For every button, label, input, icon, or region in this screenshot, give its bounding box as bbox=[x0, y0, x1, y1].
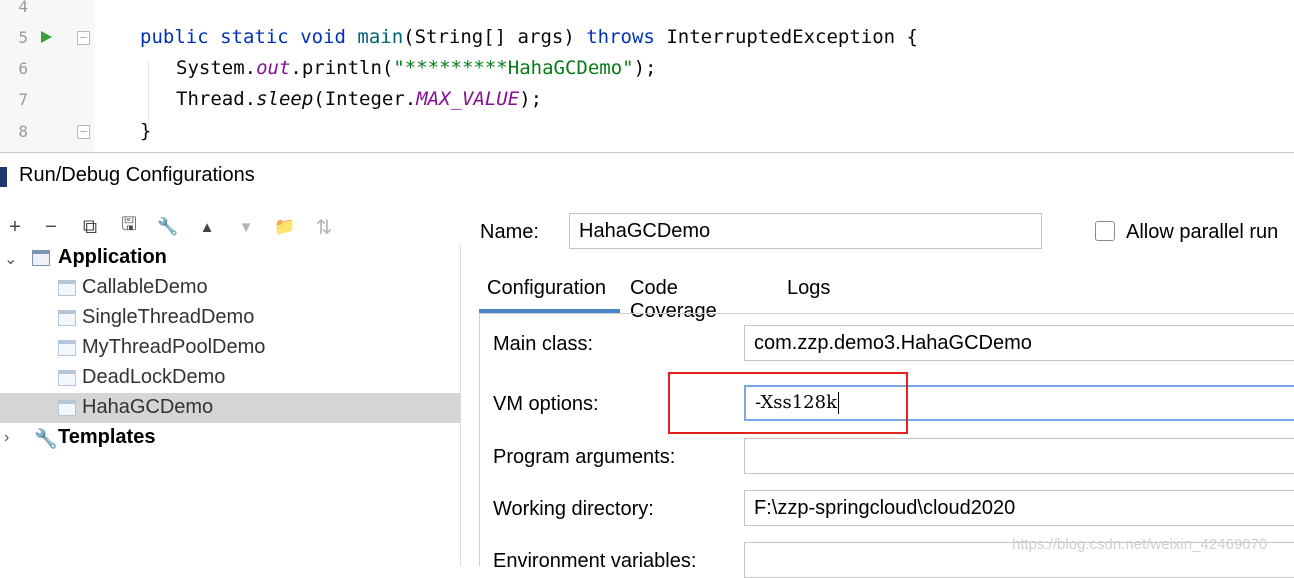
remove-icon[interactable]: − bbox=[36, 211, 66, 243]
config-tree: ⌄ Application CallableDemo SingleThreadD… bbox=[0, 245, 461, 566]
wrench-icon[interactable]: 🔧 bbox=[153, 211, 183, 243]
program-arguments-input[interactable] bbox=[744, 438, 1294, 474]
fold-icon[interactable] bbox=[77, 125, 90, 139]
editor-gutter: 4 5 6 7 8 bbox=[0, 0, 95, 152]
tree-item-label: HahaGCDemo bbox=[82, 396, 214, 418]
gutter-line: 4 bbox=[0, 0, 95, 22]
gutter-line: 5 bbox=[0, 22, 95, 53]
copy-icon[interactable]: ⧉ bbox=[75, 211, 105, 243]
class-config-icon bbox=[58, 310, 76, 326]
tab-configuration[interactable]: Configuration bbox=[487, 277, 606, 300]
line-number: 8 bbox=[18, 122, 28, 141]
tree-item[interactable]: SingleThreadDemo bbox=[0, 303, 460, 333]
tree-item-label: DeadLockDemo bbox=[82, 366, 226, 388]
tree-item-selected[interactable]: HahaGCDemo bbox=[0, 393, 460, 423]
tree-node-application[interactable]: ⌄ Application bbox=[0, 243, 460, 273]
application-config-icon bbox=[32, 250, 50, 266]
allow-parallel-label: Allow parallel run bbox=[1126, 221, 1279, 243]
class-config-icon bbox=[58, 370, 76, 386]
fold-icon[interactable] bbox=[77, 31, 90, 45]
gutter-line: 8 bbox=[0, 116, 95, 147]
tree-item-label: SingleThreadDemo bbox=[82, 306, 255, 328]
code-line-6: System.out.println("*********HahaGCDemo"… bbox=[176, 57, 657, 79]
tree-item[interactable]: DeadLockDemo bbox=[0, 363, 460, 393]
move-up-icon[interactable]: ▲ bbox=[192, 211, 222, 243]
tree-node-label: Templates bbox=[58, 426, 156, 448]
dialog-titlebar[interactable]: Run/Debug Configurations bbox=[0, 153, 1294, 199]
watermark: https://blog.csdn.net/weixin_42469070 bbox=[1012, 536, 1268, 553]
working-directory-input[interactable]: F:\zzp-springcloud\cloud2020 bbox=[744, 490, 1294, 526]
environment-variables-label: Environment variables: bbox=[493, 550, 697, 572]
move-down-icon[interactable]: ▼ bbox=[231, 211, 261, 243]
main-class-input[interactable]: com.zzp.demo3.HahaGCDemo bbox=[744, 325, 1294, 361]
tree-item[interactable]: MyThreadPoolDemo bbox=[0, 333, 460, 363]
line-number: 6 bbox=[18, 59, 28, 78]
tree-item[interactable]: CallableDemo bbox=[0, 273, 460, 303]
allow-parallel-checkbox[interactable] bbox=[1095, 221, 1115, 241]
run-debug-dialog: Run/Debug Configurations + − ⧉ 🖫 🔧 ▲ ▼ 📁… bbox=[0, 152, 1294, 578]
class-config-icon bbox=[58, 340, 76, 356]
wrench-icon: 🔧 bbox=[34, 429, 58, 450]
tab-logs[interactable]: Logs bbox=[787, 277, 830, 300]
vm-options-label: VM options: bbox=[493, 393, 599, 415]
dialog-title: Run/Debug Configurations bbox=[19, 164, 255, 186]
name-input[interactable]: HahaGCDemo bbox=[569, 213, 1042, 249]
line-number: 5 bbox=[18, 28, 28, 47]
class-config-icon bbox=[58, 400, 76, 416]
chevron-right-icon[interactable]: › bbox=[4, 429, 9, 447]
indent-guide bbox=[148, 62, 149, 124]
folder-add-icon[interactable]: 📁 bbox=[270, 211, 300, 243]
code-editor[interactable]: 4 5 6 7 8 public static void main(String… bbox=[0, 0, 1294, 152]
name-label: Name: bbox=[480, 221, 539, 243]
tree-node-templates[interactable]: › 🔧 Templates bbox=[0, 423, 460, 453]
line-number: 7 bbox=[18, 90, 28, 109]
main-class-label: Main class: bbox=[493, 333, 594, 355]
run-gutter-icon[interactable] bbox=[41, 31, 52, 43]
code-line-8: } bbox=[140, 120, 152, 142]
class-config-icon bbox=[58, 280, 76, 296]
code-line-5: public static void main(String[] args) t… bbox=[140, 26, 918, 48]
annotation-highlight-box bbox=[668, 372, 908, 434]
app-icon bbox=[0, 167, 7, 187]
working-directory-label: Working directory: bbox=[493, 498, 654, 520]
chevron-down-icon[interactable]: ⌄ bbox=[4, 249, 17, 269]
gutter-line: 7 bbox=[0, 84, 95, 115]
program-arguments-label: Program arguments: bbox=[493, 446, 676, 468]
line-number: 4 bbox=[18, 0, 28, 16]
sort-icon[interactable]: ⇅ bbox=[309, 211, 339, 243]
tree-node-label: Application bbox=[58, 246, 167, 268]
tree-item-label: MyThreadPoolDemo bbox=[82, 336, 266, 358]
code-line-7: Thread.sleep(Integer.MAX_VALUE); bbox=[176, 88, 543, 110]
config-toolbar: + − ⧉ 🖫 🔧 ▲ ▼ 📁 ⇅ bbox=[0, 211, 460, 245]
gutter-line: 6 bbox=[0, 53, 95, 84]
add-icon[interactable]: + bbox=[0, 211, 30, 243]
save-icon[interactable]: 🖫 bbox=[114, 211, 144, 243]
tree-item-label: CallableDemo bbox=[82, 276, 208, 298]
